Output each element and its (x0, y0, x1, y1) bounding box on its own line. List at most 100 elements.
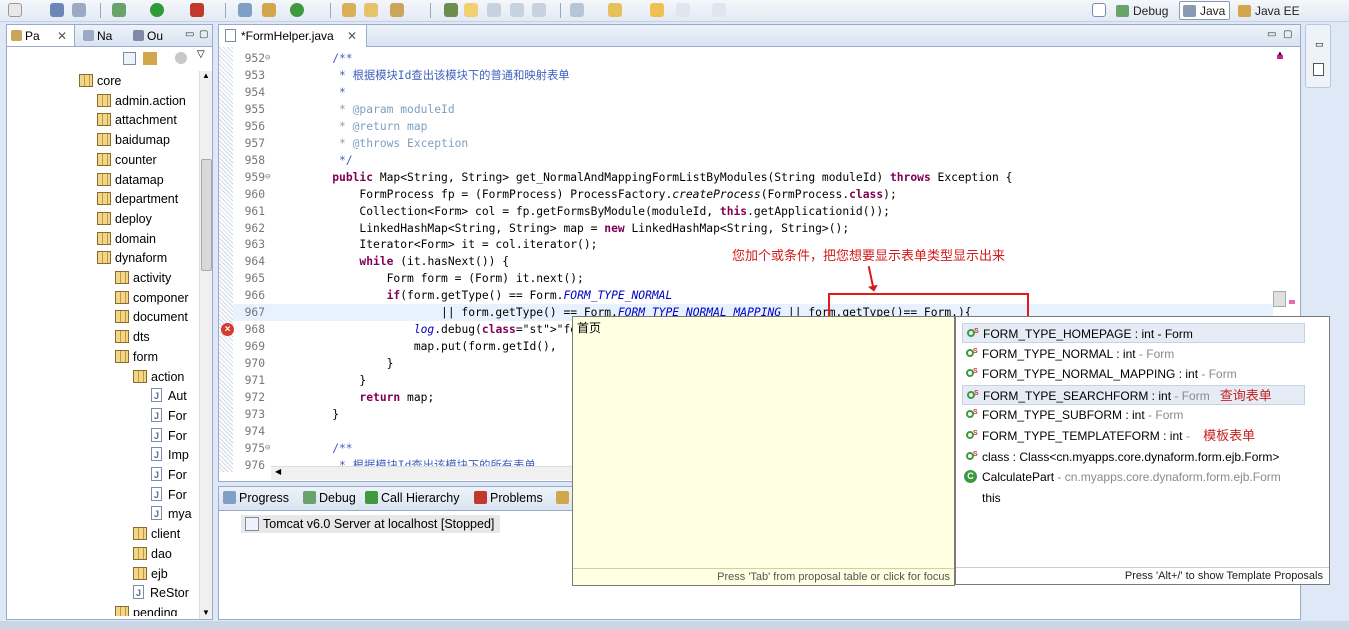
javadoc-hover-popup[interactable]: 首页 Press 'Tab' from proposal table or cl… (572, 316, 955, 586)
toggle-mark-icon[interactable] (444, 3, 458, 17)
tree-item[interactable]: attachment (97, 111, 177, 130)
close-icon[interactable]: ✕ (347, 29, 357, 43)
perspective-java-ee[interactable]: Java EE (1234, 1, 1305, 20)
scroll-left-icon[interactable]: ◀ (275, 467, 281, 476)
highlight-icon[interactable] (464, 3, 478, 17)
forward-dropdown-icon[interactable] (712, 3, 726, 17)
prev-annotation-icon[interactable] (608, 3, 622, 17)
scroll-down-icon[interactable]: ▼ (202, 608, 210, 617)
error-marker-icon[interactable] (1277, 55, 1283, 59)
tab-navigator[interactable]: Na (83, 25, 112, 46)
proposal-item[interactable]: class : Class<cn.myapps.core.dynaform.fo… (962, 445, 1305, 467)
fold-toggle-icon[interactable]: ⊖ (265, 169, 270, 186)
new-java-project-icon[interactable] (238, 3, 252, 17)
tree-item[interactable]: componer (115, 289, 189, 308)
tree-item[interactable]: For (151, 486, 187, 505)
proposal-item[interactable]: FORM_TYPE_NORMAL_MAPPING : int - Form (962, 362, 1305, 384)
fold-toggle-icon[interactable]: ⊖ (265, 50, 270, 67)
tree-item[interactable]: For (151, 427, 187, 446)
new-package-icon[interactable] (262, 3, 276, 17)
tree-item[interactable]: For (151, 466, 187, 485)
tree-item[interactable]: baidumap (97, 131, 170, 150)
perspective-debug[interactable]: Debug (1112, 1, 1173, 20)
perspective-java[interactable]: Java (1179, 1, 1231, 20)
scroll-up-icon[interactable]: ▲ (202, 71, 210, 80)
proposal-item[interactable]: FORM_TYPE_HOMEPAGE : int - Form (962, 322, 1305, 343)
proposal-item[interactable]: C CalculatePart - cn.myapps.core.dynaform… (962, 467, 1305, 487)
maximize-icon[interactable]: ▢ (1283, 29, 1292, 40)
tree-item[interactable]: core (79, 72, 121, 91)
tab-debug[interactable]: Debug (303, 491, 356, 505)
warning-marker-icon[interactable] (1289, 300, 1295, 304)
tab-outline[interactable]: Ou (133, 25, 163, 46)
content-assist-popup[interactable]: FORM_TYPE_HOMEPAGE : int - FormFORM_TYPE… (955, 316, 1330, 585)
back-icon[interactable] (650, 3, 664, 17)
tab-javadoc[interactable] (556, 491, 572, 505)
minimize-icon[interactable]: ▭ (1267, 29, 1276, 40)
link-with-editor-icon[interactable] (143, 52, 157, 65)
show-source-icon[interactable] (532, 3, 546, 17)
tree-item[interactable]: document (115, 308, 188, 327)
tab-package-explorer[interactable]: Pa ✕ (7, 25, 75, 46)
new-class-icon[interactable] (290, 3, 304, 17)
outline-view-icon[interactable] (1313, 63, 1324, 76)
server-row[interactable]: Tomcat v6.0 Server at localhost [Stopped… (241, 515, 501, 533)
tree-item[interactable]: activity (115, 269, 171, 288)
editor-hscrollbar[interactable]: ◀ (271, 466, 591, 480)
tree-item[interactable]: dts (115, 328, 150, 347)
open-perspective-icon[interactable] (1092, 3, 1106, 17)
tab-progress[interactable]: Progress (223, 491, 289, 505)
save-icon[interactable] (50, 3, 64, 17)
forward-icon[interactable] (676, 3, 690, 17)
search-icon[interactable] (390, 3, 404, 17)
tab-problems[interactable]: Problems (474, 491, 543, 505)
tree-item[interactable]: Aut (151, 387, 187, 406)
tree-item[interactable]: dynaform (97, 249, 167, 268)
whitespace-icon[interactable] (487, 3, 501, 17)
chevron-down-icon[interactable]: ▽ (197, 49, 205, 60)
maximize-icon[interactable]: ▢ (199, 29, 208, 40)
tree-item[interactable]: For (151, 407, 187, 426)
scrollbar-thumb[interactable] (201, 159, 212, 271)
external-tools-icon[interactable] (190, 3, 204, 17)
tree-item[interactable]: admin.action (97, 92, 186, 111)
debug-icon[interactable] (112, 3, 126, 17)
run-icon[interactable] (150, 3, 164, 17)
tree-item[interactable]: action (133, 368, 184, 387)
minimize-icon[interactable]: ▭ (185, 29, 194, 40)
tree-item-label: pending (133, 605, 178, 616)
tab-formhelper-java[interactable]: *FormHelper.java ✕ (219, 25, 367, 47)
tree-item[interactable]: mya (151, 505, 192, 524)
tree-item[interactable]: dao (133, 545, 172, 564)
tree-item[interactable]: pending (115, 604, 178, 616)
tree-item[interactable]: department (97, 190, 178, 209)
proposal-item[interactable]: FORM_TYPE_SUBFORM : int - Form (962, 403, 1305, 425)
tree-item[interactable]: Imp (151, 446, 189, 465)
tree-item[interactable]: deploy (97, 210, 152, 229)
restore-icon[interactable]: ▭ (1315, 39, 1324, 50)
collapse-all-icon[interactable] (123, 52, 136, 65)
view-menu-icon[interactable] (175, 52, 187, 64)
open-type-icon[interactable] (342, 3, 356, 17)
new-icon[interactable] (8, 3, 22, 17)
left-scrollbar[interactable]: ▲ ▼ (199, 71, 212, 619)
scrollbar-thumb[interactable] (1273, 291, 1286, 307)
proposal-item[interactable]: FORM_TYPE_SEARCHFORM : int - Form 查询表单 (962, 384, 1305, 405)
print-icon[interactable] (72, 3, 86, 17)
tree-item[interactable]: datamap (97, 171, 164, 190)
tab-call-hierarchy[interactable]: Call Hierarchy (365, 491, 460, 505)
close-icon[interactable]: ✕ (57, 29, 67, 43)
next-annotation-icon[interactable] (570, 3, 584, 17)
tree-item[interactable]: domain (97, 230, 156, 249)
tree-item[interactable]: ejb (133, 565, 168, 584)
proposal-item[interactable]: FORM_TYPE_NORMAL : int - Form (962, 342, 1305, 364)
open-task-icon[interactable] (364, 3, 378, 17)
tree-item[interactable]: client (133, 525, 180, 544)
fold-toggle-icon[interactable]: ⊖ (265, 440, 270, 457)
tree-item[interactable]: form (115, 348, 158, 367)
block-selection-icon[interactable] (510, 3, 524, 17)
tree-item[interactable]: counter (97, 151, 157, 170)
proposal-item[interactable]: this (962, 488, 1305, 508)
tree-item[interactable]: ReStor (133, 584, 189, 603)
proposal-item[interactable]: FORM_TYPE_TEMPLATEFORM : int - 模板表单 (962, 424, 1305, 446)
